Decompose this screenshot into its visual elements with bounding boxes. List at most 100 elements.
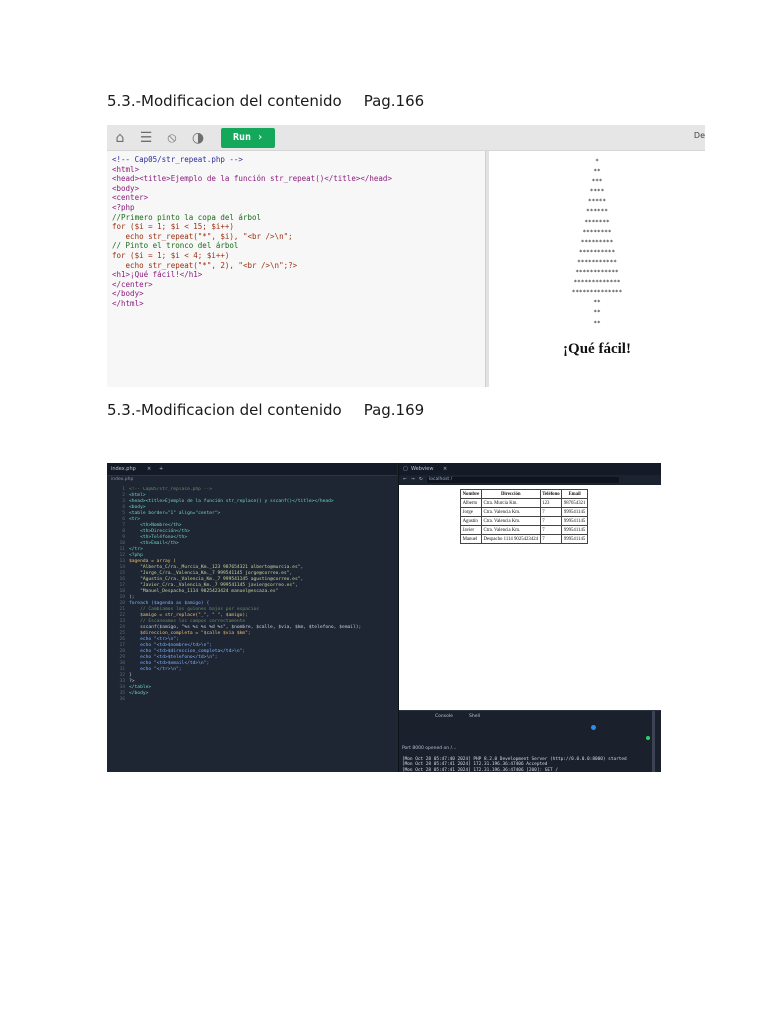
table-cell: 7 bbox=[539, 516, 563, 526]
code-line: echo str_repeat("*", $i), "<br />\n"; bbox=[112, 231, 293, 241]
code-line: for ($i = 1; $i < 4; $i++) bbox=[112, 250, 230, 260]
code-line: <head><title>Ejemplo de la función str_r… bbox=[112, 174, 392, 184]
code-line: </html> bbox=[112, 298, 144, 308]
table-cell: 7 bbox=[539, 525, 563, 535]
code-line: <?php bbox=[112, 202, 135, 212]
code-line: <html> bbox=[112, 164, 140, 174]
menu-icon[interactable]: ☰ bbox=[139, 131, 153, 145]
tree-row: * bbox=[595, 158, 599, 165]
heading-title: 5.3.-Modificacion del contenido bbox=[107, 401, 342, 419]
code-line: </body> bbox=[112, 289, 144, 299]
home-icon[interactable]: ⌂ bbox=[113, 131, 127, 145]
log-line: [Mon Oct 28 05:47:41 2024] 172.31.196.36… bbox=[402, 767, 558, 772]
toolbar-right-label: De bbox=[693, 131, 705, 140]
table-cell: 999541145 bbox=[561, 516, 589, 526]
code-editor[interactable]: <!-- Cap05/str_repeat.php --> <html> <head… bbox=[112, 155, 484, 309]
tree-row: ** bbox=[593, 309, 601, 317]
webview-tabbar: ▢ Webview × bbox=[399, 463, 661, 475]
table-cell: 7 bbox=[539, 507, 563, 517]
line-numbers: 1 2 3 4 5 6 7 8 9 10 11 12 13 14 15 16 17 18 19 20 21 22 23 24 2… bbox=[109, 487, 125, 703]
close-icon[interactable]: × bbox=[147, 466, 151, 472]
code-line: <h1>¡Qué fácil!</h1> bbox=[112, 270, 203, 280]
editor-toolbar: ⌂ ☰ ⦸ ◑ Run › De bbox=[107, 125, 705, 151]
code-line: //Primero pinto la copa del árbol bbox=[112, 212, 262, 222]
monitor-icon: ▢ bbox=[403, 466, 408, 472]
tree-row: ******** bbox=[582, 228, 612, 236]
table-cell: Ctra. Valencia Km. bbox=[480, 525, 541, 535]
terminal-tab-console[interactable]: Console bbox=[435, 714, 453, 719]
editor-tabbar: index.php × + bbox=[107, 463, 397, 476]
table-cell: Jorge bbox=[460, 507, 482, 517]
tree-row: ************* bbox=[573, 279, 621, 287]
asterisk-tree: * ** *** **** ***** ****** ******* ******** ****… bbox=[489, 157, 705, 329]
table-cell: Ctra. Murcia Km. bbox=[480, 498, 541, 508]
section-heading-2: 5.3.-Modificacion del contenido Pag.169 bbox=[107, 401, 446, 419]
code-editor[interactable]: <!-- Cap05/str_replace.php --> <html> <hea… bbox=[129, 487, 399, 697]
webview-tab[interactable]: Webview bbox=[411, 466, 433, 472]
tree-row: ** bbox=[593, 168, 601, 176]
agenda-table: Nombre Dirección Teléfono Email Alberto Ctra… bbox=[460, 489, 589, 544]
code-line: echo str_repeat("*", 2), "<br />\n";?> bbox=[112, 260, 298, 270]
table-header-cell: Teléfono bbox=[539, 489, 563, 499]
terminal-tab-shell[interactable]: Shell bbox=[469, 714, 480, 719]
table-cell: 123 bbox=[539, 498, 563, 508]
terminal-scrollbar[interactable] bbox=[652, 711, 655, 772]
back-icon[interactable]: ← bbox=[403, 477, 407, 482]
heading-page: Pag.169 bbox=[363, 401, 425, 419]
table-cell: Despacho 1114 9025423424 bbox=[480, 534, 541, 544]
tree-row: ** bbox=[593, 299, 601, 307]
editor-screenshot-1: ⌂ ☰ ⦸ ◑ Run › De <!-- Cap05/str_repeat.p… bbox=[107, 125, 705, 387]
table-cell: 999541145 bbox=[561, 507, 589, 517]
table-header-cell: Nombre bbox=[460, 489, 482, 499]
editor-tab[interactable]: index.php bbox=[111, 466, 136, 472]
run-button[interactable]: Run › bbox=[221, 127, 276, 148]
editor-breadcrumb: index.php bbox=[107, 476, 397, 484]
add-tab-icon[interactable]: + bbox=[159, 466, 163, 472]
table-cell: Alberto bbox=[460, 498, 482, 508]
terminal-log: [Mon Oct 28 05:47:40 2024] PHP 8.2.0 Dev… bbox=[402, 757, 627, 772]
output-preview: * ** *** **** ***** ****** ******* ******** ****… bbox=[489, 151, 705, 387]
table-cell: 999541145 bbox=[561, 525, 589, 535]
port-status: Port 8000 opened on /... bbox=[402, 746, 457, 751]
tree-row: **** bbox=[589, 188, 605, 196]
tree-row: ** bbox=[593, 319, 601, 327]
section-heading-1: 5.3.-Modificacion del contenido Pag.166 bbox=[107, 92, 446, 110]
tree-row: ********* bbox=[580, 238, 614, 246]
table-cell: 7 bbox=[539, 534, 563, 544]
reload-icon[interactable]: ↻ bbox=[419, 477, 423, 482]
contrast-icon[interactable]: ◑ bbox=[191, 131, 205, 145]
ide-screenshot-2: index.php × + index.php 1 2 3 4 5 6 7 8 9 10 11 12 1… bbox=[107, 463, 661, 772]
table-cell: 987654321 bbox=[561, 498, 589, 508]
terminal-panel: Console Shell Port 8000 opened on /... [… bbox=[399, 710, 661, 772]
close-icon[interactable]: × bbox=[443, 466, 447, 472]
code-line: </body> bbox=[129, 691, 149, 696]
tree-row: *********** bbox=[577, 258, 617, 266]
table-row: Javier Ctra. Valencia Km. 7 999541145 bbox=[460, 525, 589, 535]
tree-row: ***** bbox=[587, 198, 607, 206]
webview-page: Nombre Dirección Teléfono Email Alberto Ctra… bbox=[399, 485, 661, 710]
code-line: </center> bbox=[112, 279, 153, 289]
tree-row: ************** bbox=[571, 289, 623, 297]
table-row: Jorge Ctra. Valencia Km. 7 999541145 bbox=[460, 507, 589, 517]
heading-title: 5.3.-Modificacion del contenido bbox=[107, 92, 342, 110]
heading-page: Pag.166 bbox=[363, 92, 425, 110]
table-cell: Agustín bbox=[460, 516, 482, 526]
disable-icon[interactable]: ⦸ bbox=[165, 131, 179, 145]
forward-icon[interactable]: → bbox=[411, 477, 415, 482]
table-row: Manuel Despacho 1114 9025423424 7 999541145 bbox=[460, 534, 589, 544]
url-input[interactable]: localhost / bbox=[427, 477, 619, 483]
line-number: 36 bbox=[119, 697, 125, 702]
tree-row: *** bbox=[591, 178, 603, 186]
table-cell: Ctra. Valencia Km. bbox=[480, 516, 541, 526]
table-cell: Manuel bbox=[460, 534, 482, 544]
address-bar: ← → ↻ localhost / bbox=[399, 475, 661, 485]
table-header-cell: Email bbox=[561, 489, 589, 499]
table-row: Alberto Ctra. Murcia Km. 123 987654321 bbox=[460, 498, 589, 508]
code-line: <center> bbox=[112, 193, 149, 203]
tree-row: ********** bbox=[578, 248, 616, 256]
toggle-switch[interactable] bbox=[591, 725, 596, 730]
breadcrumb-file[interactable]: index.php bbox=[111, 477, 133, 482]
table-cell: Javier bbox=[460, 525, 482, 535]
code-line: for ($i = 1; $i < 15; $i++) bbox=[112, 222, 234, 232]
tree-row: ******* bbox=[584, 218, 610, 226]
